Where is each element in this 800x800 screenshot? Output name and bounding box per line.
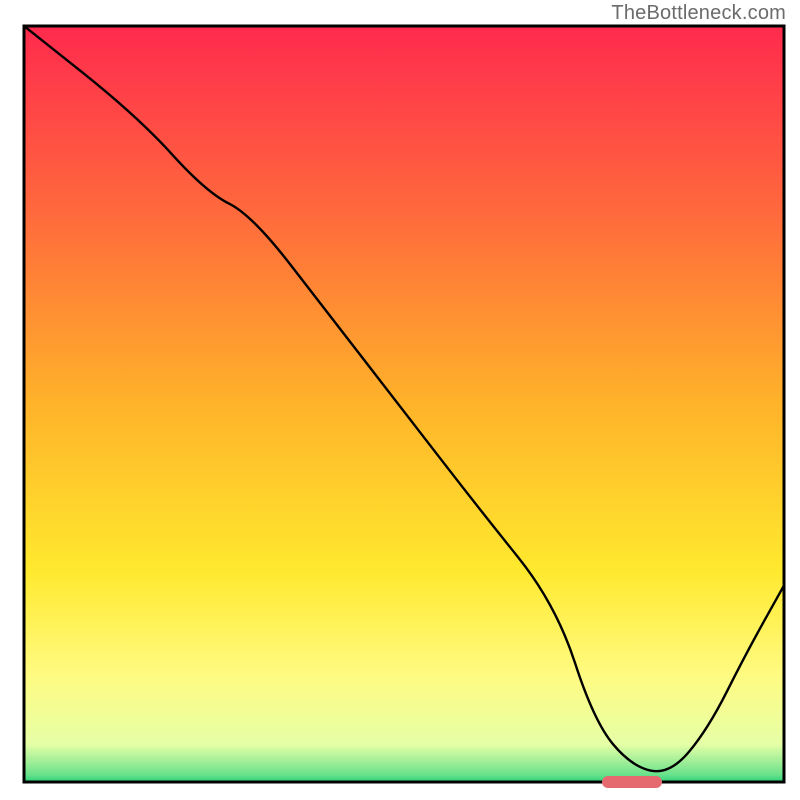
bottleneck-chart — [0, 0, 800, 800]
watermark-label: TheBottleneck.com — [611, 2, 786, 25]
chart-container: TheBottleneck.com — [0, 0, 800, 800]
optimal-zone-marker — [602, 776, 663, 788]
plot-background-gradient — [24, 26, 784, 782]
